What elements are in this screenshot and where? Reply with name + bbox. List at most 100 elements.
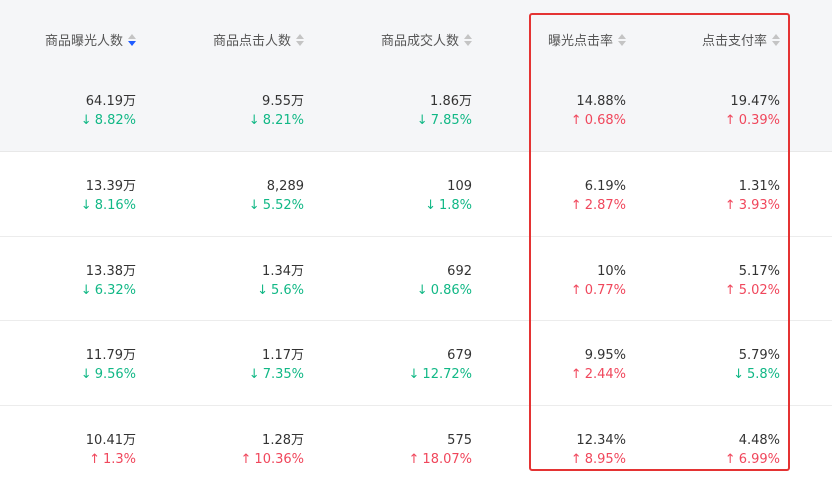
- cell-change: ↑ 2.87%: [571, 196, 626, 215]
- cell-value: 1.34万: [262, 264, 304, 279]
- change-percent: 7.35%: [262, 367, 304, 382]
- cell-change: ↑ 6.99%: [725, 450, 780, 469]
- cell-change: ↓ 8.21%: [249, 111, 304, 130]
- sort-icon[interactable]: [296, 33, 304, 46]
- cell-change: ↑ 2.44%: [571, 365, 626, 384]
- change-percent: 0.39%: [738, 113, 780, 128]
- cell-value: 11.79万: [85, 348, 136, 363]
- arrow-up-icon: ↑: [570, 367, 582, 382]
- header-label: 商品曝光人数: [44, 34, 123, 49]
- arrow-down-icon: ↓: [80, 283, 92, 298]
- change-percent: 3.93%: [738, 198, 780, 213]
- cell-click-pay-rate: 1.31% ↑ 3.93%: [725, 177, 780, 215]
- cell-exposure-click-rate: 10% ↑ 0.77%: [571, 262, 626, 300]
- cell-value: 9.55万: [262, 94, 304, 109]
- arrow-down-icon: ↓: [248, 113, 260, 128]
- cell-exposure-click-rate: 14.88% ↑ 0.68%: [571, 92, 626, 130]
- change-percent: 5.02%: [738, 283, 780, 298]
- arrow-up-icon: ↑: [724, 452, 736, 467]
- cell-value: 1.31%: [738, 179, 780, 194]
- cell-value: 4.48%: [738, 433, 780, 448]
- cell-value: 5.17%: [738, 264, 780, 279]
- cell-value: 10.41万: [85, 433, 136, 448]
- header-deal-users[interactable]: 商品成交人数: [381, 30, 472, 49]
- cell-value: 8,289: [266, 179, 304, 194]
- table-row: 10.41万 ↑ 1.3% 1.28万 ↑ 10.36% 575 ↑ 18.07% 12.34% ↑…: [0, 406, 832, 491]
- header-exposure-click-rate[interactable]: 曝光点击率: [548, 30, 626, 49]
- change-percent: 7.85%: [430, 113, 472, 128]
- cell-click-users: 8,289 ↓ 5.52%: [249, 177, 304, 215]
- change-percent: 2.44%: [584, 367, 626, 382]
- arrow-down-icon: ↓: [733, 367, 744, 382]
- cell-value: 1.86万: [430, 94, 472, 109]
- change-percent: 0.77%: [584, 283, 626, 298]
- sort-icon[interactable]: [464, 33, 472, 46]
- cell-change: ↑ 3.93%: [725, 196, 780, 215]
- cell-exposure-click-rate: 9.95% ↑ 2.44%: [571, 346, 626, 384]
- cell-exposure-click-rate: 6.19% ↑ 2.87%: [571, 177, 626, 215]
- change-percent: 5.52%: [262, 198, 304, 213]
- change-percent: 8.21%: [262, 113, 304, 128]
- change-percent: 18.07%: [422, 452, 472, 467]
- arrow-down-icon: ↓: [408, 367, 420, 382]
- cell-value: 109: [447, 179, 472, 194]
- cell-exposure-users: 13.39万 ↓ 8.16%: [81, 177, 136, 215]
- cell-click-users: 1.28万 ↑ 10.36%: [241, 431, 304, 469]
- cell-value: 679: [447, 348, 472, 363]
- header-label: 商品点击人数: [212, 34, 291, 49]
- arrow-up-icon: ↑: [724, 113, 736, 128]
- table-row: 13.38万 ↓ 6.32% 1.34万 ↓ 5.6% 692 ↓ 0.86% 10% ↑ 0.77%…: [0, 237, 832, 321]
- cell-change: ↑ 8.95%: [571, 450, 626, 469]
- change-percent: 5.8%: [746, 367, 780, 382]
- change-percent: 6.32%: [94, 283, 136, 298]
- header-click-pay-rate[interactable]: 点击支付率: [702, 30, 780, 49]
- cell-click-pay-rate: 19.47% ↑ 0.39%: [725, 92, 780, 130]
- change-percent: 8.16%: [94, 198, 136, 213]
- arrow-down-icon: ↓: [80, 367, 92, 382]
- header-label: 点击支付率: [701, 34, 767, 49]
- cell-change: ↓ 12.72%: [409, 365, 472, 384]
- header-label: 曝光点击率: [547, 34, 613, 49]
- cell-deal-users: 109 ↓ 1.8%: [425, 177, 472, 215]
- sort-icon[interactable]: [772, 33, 780, 46]
- cell-change: ↓ 5.8%: [733, 365, 780, 384]
- cell-value: 1.17万: [262, 348, 304, 363]
- cell-deal-users: 692 ↓ 0.86%: [417, 262, 472, 300]
- cell-value: 1.28万: [262, 433, 304, 448]
- cell-change: ↓ 7.35%: [249, 365, 304, 384]
- cell-exposure-click-rate: 12.34% ↑ 8.95%: [571, 431, 626, 469]
- cell-change: ↓ 9.56%: [81, 365, 136, 384]
- cell-click-users: 1.34万 ↓ 5.6%: [257, 262, 304, 300]
- arrow-up-icon: ↑: [570, 452, 582, 467]
- arrow-up-icon: ↑: [89, 452, 100, 467]
- cell-exposure-users: 13.38万 ↓ 6.32%: [81, 262, 136, 300]
- arrow-down-icon: ↓: [80, 198, 92, 213]
- table-row: 64.19万 ↓ 8.82% 9.55万 ↓ 8.21% 1.86万 ↓ 7.85% 14.88%…: [0, 67, 832, 152]
- cell-value: 5.79%: [738, 348, 780, 363]
- change-percent: 9.56%: [94, 367, 136, 382]
- arrow-up-icon: ↑: [570, 283, 582, 298]
- change-percent: 2.87%: [584, 198, 626, 213]
- sort-icon[interactable]: [128, 33, 136, 46]
- arrow-down-icon: ↓: [416, 283, 428, 298]
- cell-exposure-users: 11.79万 ↓ 9.56%: [81, 346, 136, 384]
- cell-value: 13.38万: [85, 264, 136, 279]
- cell-change: ↑ 0.39%: [725, 111, 780, 130]
- cell-change: ↓ 8.82%: [81, 111, 136, 130]
- arrow-up-icon: ↑: [724, 283, 736, 298]
- header-exposure-users[interactable]: 商品曝光人数: [45, 30, 136, 49]
- change-percent: 0.68%: [584, 113, 626, 128]
- sort-icon[interactable]: [618, 33, 626, 46]
- change-percent: 8.95%: [584, 452, 626, 467]
- cell-exposure-users: 10.41万 ↑ 1.3%: [86, 431, 136, 469]
- cell-change: ↓ 8.16%: [81, 196, 136, 215]
- arrow-down-icon: ↓: [425, 198, 436, 213]
- cell-deal-users: 679 ↓ 12.72%: [409, 346, 472, 384]
- header-click-users[interactable]: 商品点击人数: [213, 30, 304, 49]
- arrow-up-icon: ↑: [240, 452, 252, 467]
- cell-value: 64.19万: [85, 94, 136, 109]
- cell-change: ↓ 5.52%: [249, 196, 304, 215]
- arrow-down-icon: ↓: [257, 283, 268, 298]
- arrow-up-icon: ↑: [408, 452, 420, 467]
- cell-value: 6.19%: [584, 179, 626, 194]
